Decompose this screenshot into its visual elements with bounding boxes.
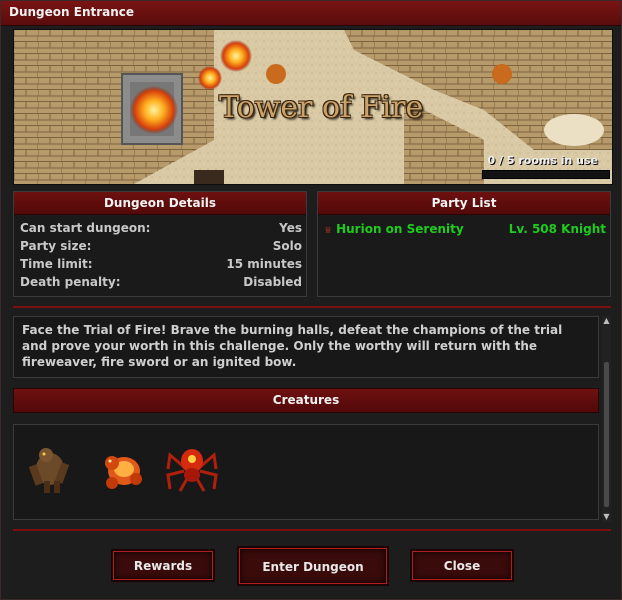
creatures-header: Creatures: [13, 388, 599, 413]
detail-label: Party size:: [20, 239, 92, 253]
dungeon-description: Face the Trial of Fire! Brave the burnin…: [13, 316, 599, 378]
fire-spider-creature-icon[interactable]: [164, 439, 220, 495]
brown-golem-creature-icon[interactable]: [22, 439, 78, 495]
detail-value: Disabled: [243, 275, 302, 289]
dungeon-details-panel: Dungeon Details Can start dungeon: Yes P…: [13, 191, 307, 297]
detail-label: Death penalty:: [20, 275, 121, 289]
dungeon-details-header: Dungeon Details: [14, 192, 306, 215]
detail-row-time-limit: Time limit: 15 minutes: [14, 255, 306, 273]
detail-value: Yes: [279, 221, 302, 235]
scrollbar-thumb[interactable]: [604, 362, 609, 507]
dungeon-entrance-window: Dungeon Entrance Tower of Fire 0 / 5 roo…: [0, 0, 622, 600]
rooms-in-use-label: 0 / 5 rooms in use: [487, 154, 598, 167]
scroll-down-icon[interactable]: ▼: [602, 512, 611, 522]
detail-value: Solo: [272, 239, 302, 253]
detail-row-can-start: Can start dungeon: Yes: [14, 219, 306, 237]
close-button[interactable]: Close: [410, 549, 514, 582]
enter-dungeon-button[interactable]: Enter Dungeon: [237, 546, 389, 586]
party-member-row[interactable]: ♕ Hurion on Serenity Lv. 508 Knight: [318, 220, 610, 238]
party-member-level: Lv. 508 Knight: [508, 222, 606, 236]
creatures-panel: [13, 424, 599, 520]
window-title: Dungeon Entrance: [9, 5, 135, 19]
content-scrollbar[interactable]: ▲ ▼: [602, 316, 611, 522]
detail-row-death-penalty: Death penalty: Disabled: [14, 273, 306, 291]
party-member-name: Hurion on Serenity: [336, 222, 464, 236]
title-bar[interactable]: Dungeon Entrance: [1, 1, 621, 26]
scroll-up-icon[interactable]: ▲: [602, 316, 611, 326]
detail-value: 15 minutes: [226, 257, 302, 271]
crown-icon: ♕: [324, 226, 333, 236]
rooms-in-use-bar: [482, 170, 610, 179]
party-list-header: Party List: [318, 192, 610, 215]
section-divider: [13, 306, 611, 308]
party-member-name-group: ♕ Hurion on Serenity: [324, 222, 464, 236]
rewards-button[interactable]: Rewards: [111, 549, 215, 582]
detail-label: Can start dungeon:: [20, 221, 151, 235]
dungeon-banner: Tower of Fire 0 / 5 rooms in use: [13, 29, 613, 185]
detail-row-party-size: Party size: Solo: [14, 237, 306, 255]
fire-golem-creature-icon[interactable]: [94, 439, 150, 495]
detail-label: Time limit:: [20, 257, 93, 271]
footer-divider: [13, 529, 611, 531]
dungeon-name: Tower of Fire: [219, 90, 424, 125]
party-list-panel: Party List ♕ Hurion on Serenity Lv. 508 K…: [317, 191, 611, 297]
